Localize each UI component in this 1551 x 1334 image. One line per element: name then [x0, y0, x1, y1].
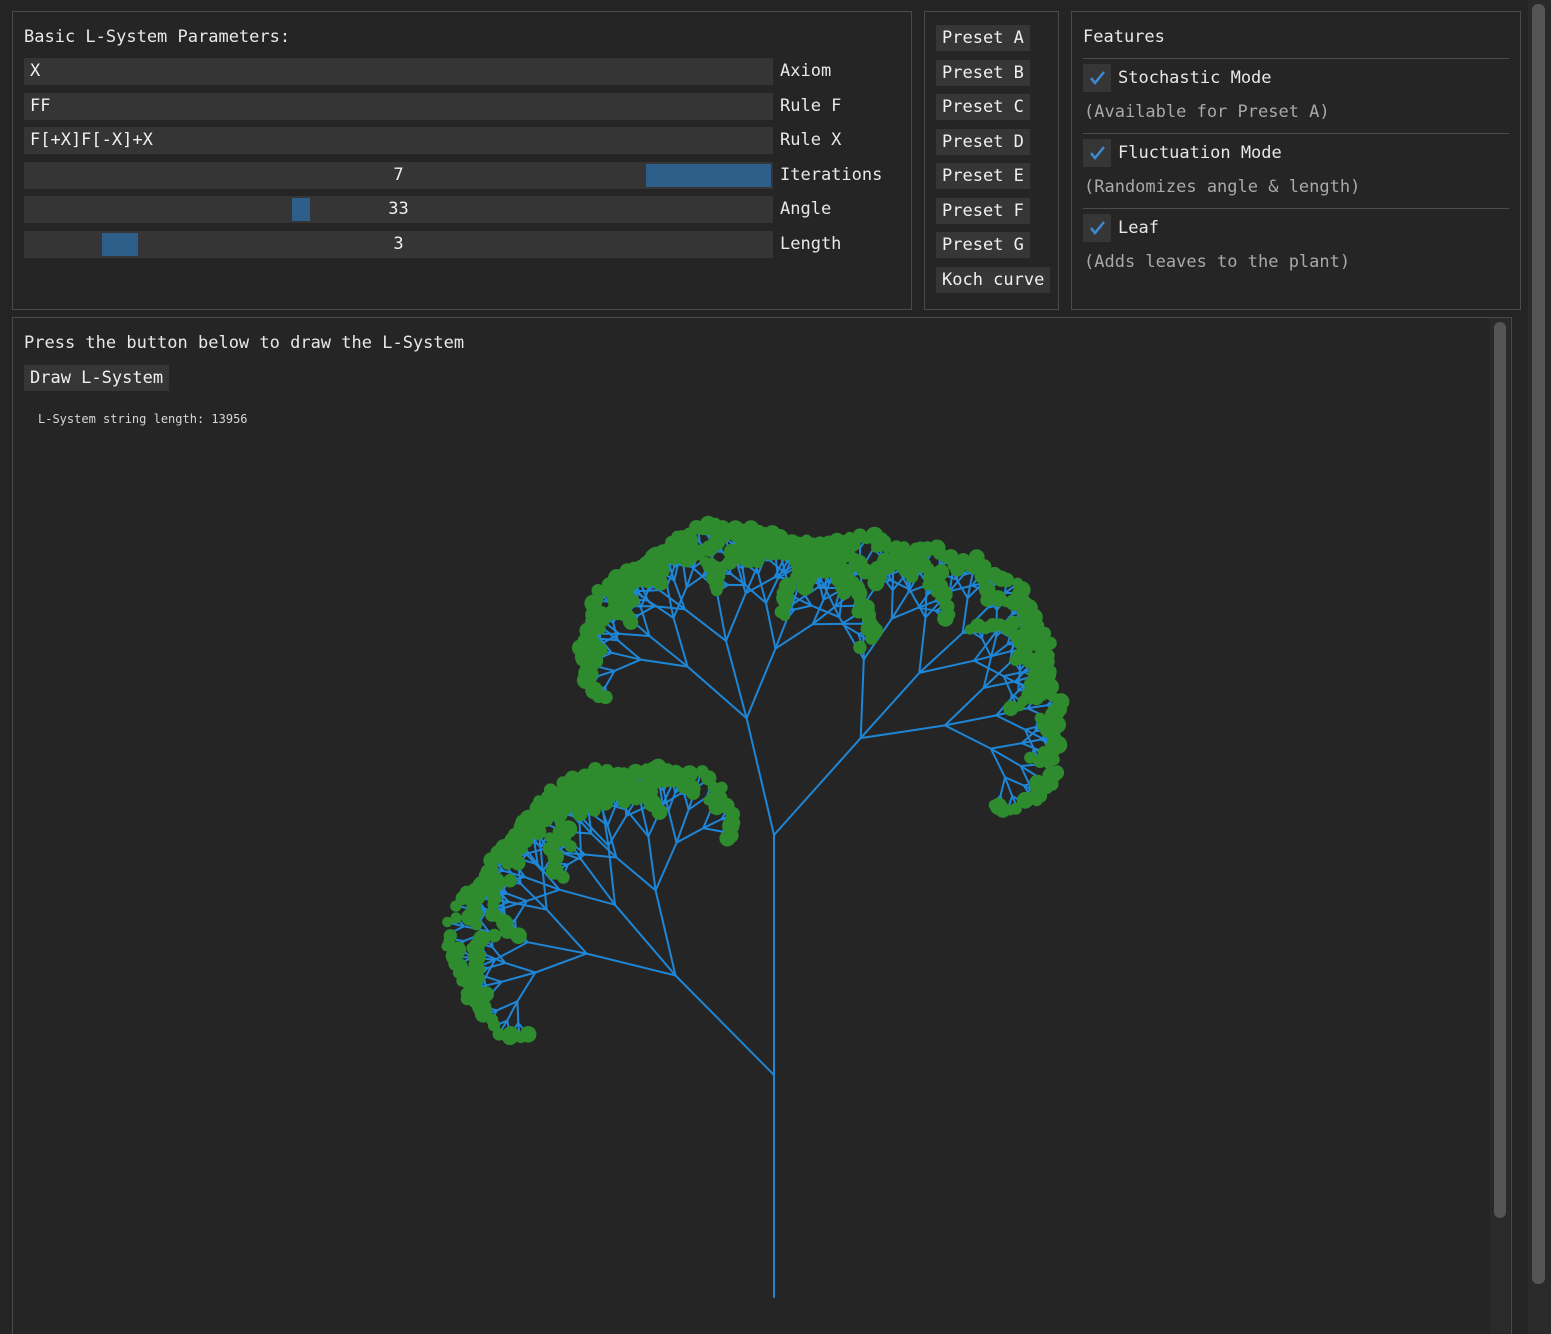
fluctuation-checkbox[interactable] [1083, 139, 1111, 167]
window-scrollbar-thumb[interactable] [1532, 4, 1545, 1284]
fluctuation-label: Fluctuation Mode [1118, 143, 1282, 163]
leaf-label: Leaf [1118, 218, 1159, 238]
length-label: Length [780, 234, 842, 254]
stochastic-checkbox[interactable] [1083, 64, 1111, 92]
iterations-slider-grab[interactable] [646, 164, 771, 187]
features-separator [1083, 133, 1509, 134]
preset-c-button[interactable]: Preset C [936, 94, 1030, 120]
rule-x-label: Rule X [780, 130, 842, 150]
preset-g-button[interactable]: Preset G [936, 232, 1030, 258]
check-icon [1090, 146, 1105, 160]
angle-label: Angle [780, 199, 832, 219]
canvas-panel [12, 317, 1512, 1334]
stochastic-hint: (Available for Preset A) [1084, 102, 1330, 122]
parameters-title: Basic L-System Parameters: [24, 27, 291, 47]
fluctuation-hint: (Randomizes angle & length) [1084, 177, 1361, 197]
length-slider-grab[interactable] [102, 233, 138, 256]
features-separator [1083, 208, 1509, 209]
leaf-hint: (Adds leaves to the plant) [1084, 252, 1351, 272]
features-title: Features [1083, 27, 1165, 47]
leaf-checkbox[interactable] [1083, 214, 1111, 242]
preset-f-button[interactable]: Preset F [936, 198, 1030, 224]
preset-e-button[interactable]: Preset E [936, 163, 1030, 189]
axiom-input[interactable]: X [24, 58, 773, 85]
length-value: 3 [393, 234, 404, 254]
angle-slider-grab[interactable] [292, 198, 310, 221]
iterations-slider[interactable]: 7 [24, 162, 773, 189]
presets-panel [924, 11, 1059, 310]
koch-curve-button[interactable]: Koch curve [936, 267, 1051, 293]
check-icon [1090, 71, 1105, 85]
preset-d-button[interactable]: Preset D [936, 129, 1030, 155]
rule-f-input[interactable]: FF [24, 93, 773, 120]
iterations-label: Iterations [780, 165, 883, 185]
iterations-value: 7 [393, 165, 404, 185]
draw-l-system-button[interactable]: Draw L-System [24, 365, 170, 391]
parameters-panel [12, 11, 912, 310]
preset-b-button[interactable]: Preset B [936, 60, 1030, 86]
canvas-scrollbar-thumb[interactable] [1494, 322, 1506, 1218]
check-icon [1090, 221, 1105, 235]
rule-f-label: Rule F [780, 96, 842, 116]
rule-x-input[interactable]: F[+X]F[-X]+X [24, 127, 773, 154]
angle-value: 33 [388, 199, 409, 219]
string-length-text: L-System string length: 13956 [38, 412, 248, 426]
draw-instruction: Press the button below to draw the L-Sys… [24, 333, 465, 353]
stochastic-label: Stochastic Mode [1118, 68, 1272, 88]
angle-slider[interactable]: 33 [24, 196, 773, 223]
axiom-label: Axiom [780, 61, 832, 81]
preset-a-button[interactable]: Preset A [936, 25, 1030, 51]
length-slider[interactable]: 3 [24, 231, 773, 258]
features-separator [1083, 58, 1509, 59]
